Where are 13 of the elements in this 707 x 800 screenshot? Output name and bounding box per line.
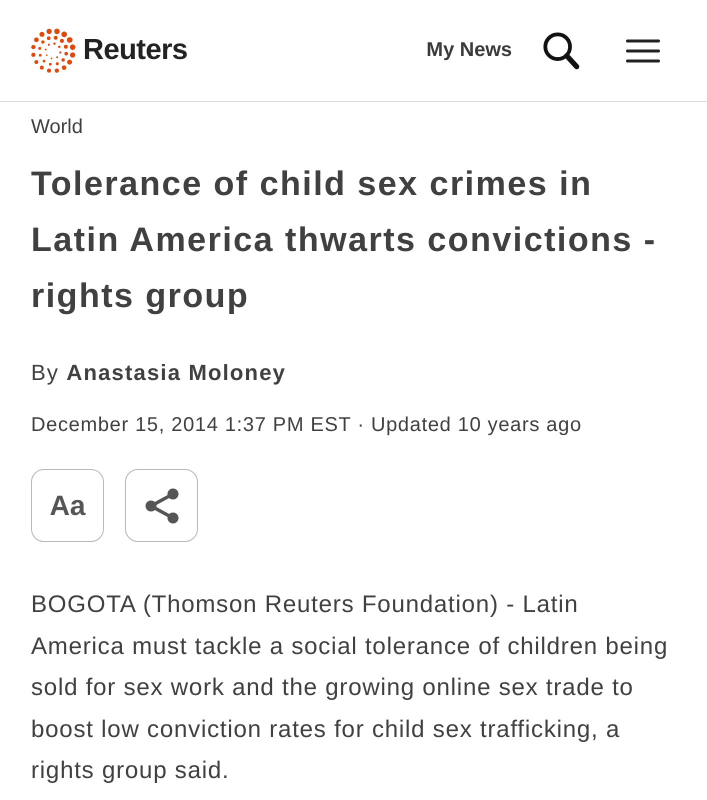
search-icon[interactable] [542, 30, 580, 70]
section-link[interactable]: World [31, 114, 83, 140]
logo-dots-icon[interactable] [29, 26, 77, 74]
text-size-button[interactable]: Aa [31, 469, 104, 542]
share-button[interactable] [125, 469, 198, 542]
article-headline: Tolerance of child sex crimes in Latin America thwarts convictions - rights group [31, 164, 658, 317]
article-paragraph: BOGOTA (Thomson Reuters Foundation) - Latin America must tackle a social tolerance of children being sold for sex work and the growing online sex trade to boost low conviction rates for child sex trafficking, a rights group said. [31, 590, 670, 786]
dateline: December 15, 2014 1:37 PM EST · Updated 10 years ago [31, 413, 583, 438]
share-icon [144, 488, 180, 524]
byline: By Anastasia Moloney [31, 359, 288, 387]
my-news-link[interactable]: My News [426, 39, 512, 62]
logo-wordmark[interactable]: Reuters [83, 34, 188, 67]
menu-icon[interactable] [626, 38, 660, 62]
